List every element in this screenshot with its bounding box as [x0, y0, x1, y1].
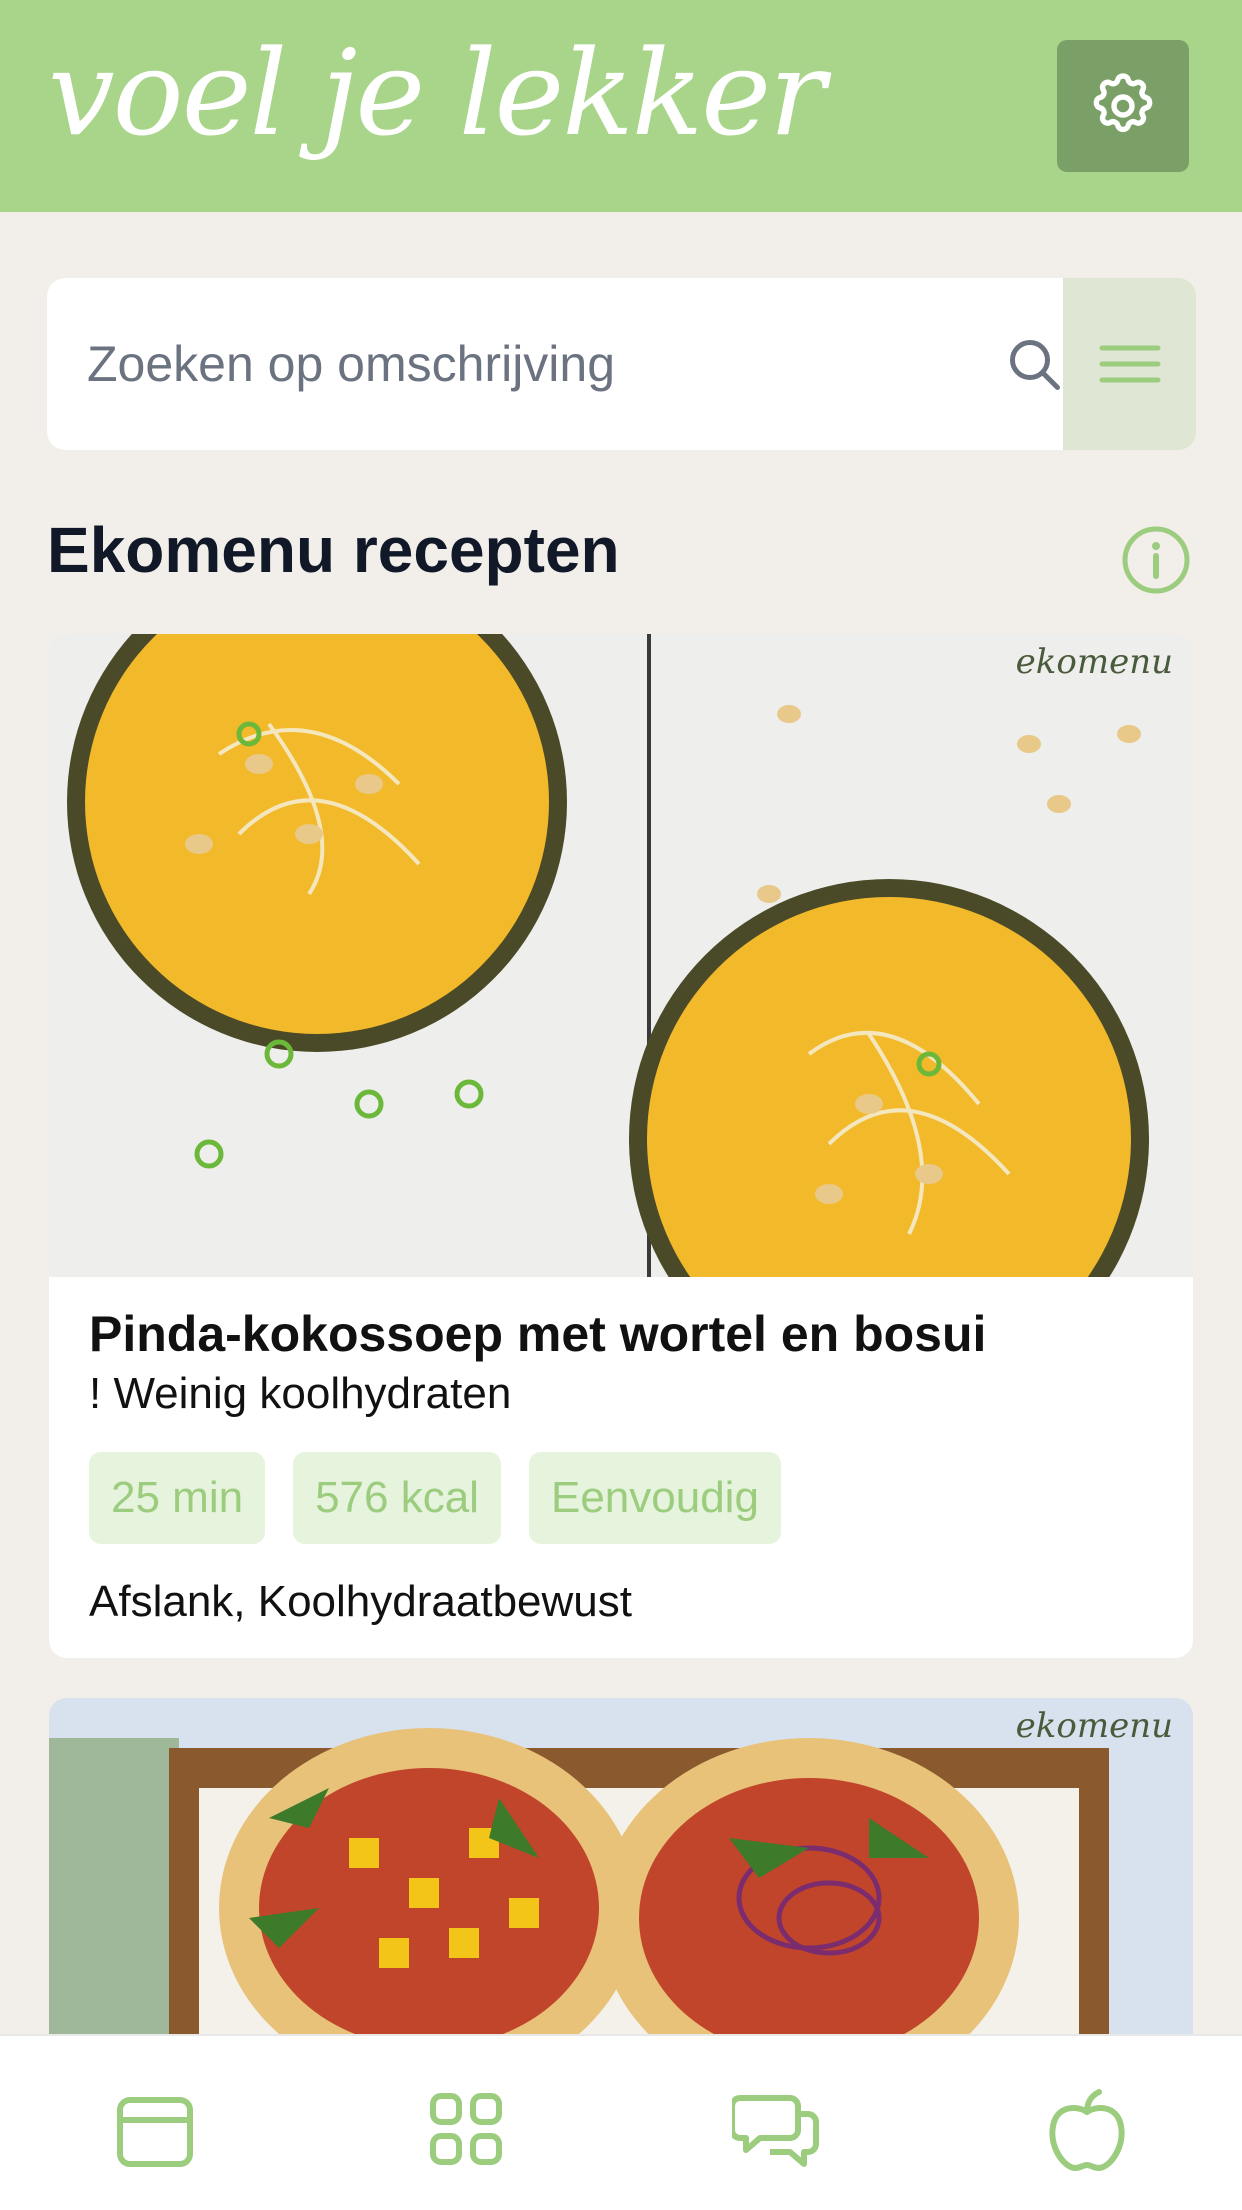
section-title: Ekomenu recepten — [47, 514, 620, 586]
nav-item-calendar[interactable] — [110, 2084, 200, 2174]
grid-icon — [430, 2093, 502, 2165]
difficulty-tag: Eenvoudig — [528, 1452, 781, 1544]
search-field — [47, 278, 1063, 450]
bottom-nav — [0, 2034, 1242, 2210]
hamburger-menu-icon — [1099, 345, 1160, 383]
nav-item-food[interactable] — [1042, 2084, 1132, 2174]
recipe-card[interactable]: ekomenu Pinda-kokossoep met wortel en bo… — [49, 634, 1193, 1658]
recipe-title: Pinda-kokossoep met wortel en bosui — [89, 1306, 987, 1362]
ekomenu-watermark: ekomenu — [1015, 642, 1173, 682]
search-input[interactable] — [87, 278, 967, 450]
app-header: voel je lekker — [0, 0, 1242, 212]
recipe-image — [49, 634, 1193, 1277]
info-icon[interactable] — [1121, 525, 1191, 595]
recipe-card-body: Pinda-kokossoep met wortel en bosui ! We… — [89, 1304, 1153, 1630]
filter-menu-button[interactable] — [1063, 278, 1196, 450]
time-tag: 25 min — [89, 1452, 266, 1544]
calendar-icon — [117, 2097, 193, 2167]
search-bar — [47, 278, 1196, 450]
recipe-tags: 25 min 576 kcal Eenvoudig — [89, 1452, 1153, 1544]
chat-icon — [729, 2095, 819, 2167]
search-icon[interactable] — [1005, 335, 1065, 395]
calories-tag: 576 kcal — [293, 1452, 501, 1544]
settings-button[interactable] — [1057, 40, 1189, 172]
brand-logo: voel je lekker — [48, 24, 826, 162]
recipe-subtitle: ! Weinig koolhydraten — [89, 1369, 512, 1418]
nav-item-chat[interactable] — [729, 2084, 822, 2174]
ekomenu-watermark: ekomenu — [1015, 1706, 1173, 1746]
apple-icon — [1049, 2089, 1125, 2171]
nav-item-overview[interactable] — [421, 2084, 511, 2174]
gear-icon — [1093, 73, 1153, 133]
recipe-categories: Afslank, Koolhydraatbewust — [89, 1577, 632, 1626]
